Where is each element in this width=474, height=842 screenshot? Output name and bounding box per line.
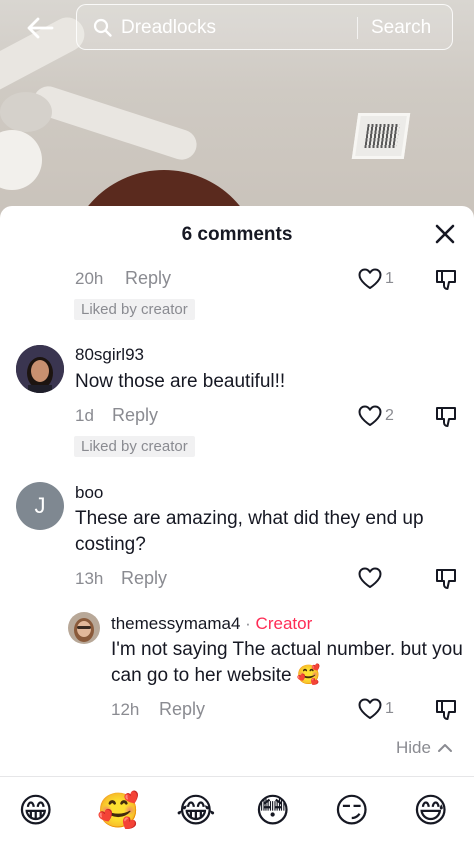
- reply-button[interactable]: Reply: [121, 568, 167, 589]
- search-bar[interactable]: Dreadlocks Search: [76, 4, 453, 50]
- avatar[interactable]: [16, 345, 64, 393]
- ceiling-fan-hub: [0, 92, 52, 132]
- comments-sheet: 6 comments 20h Reply 1 Liked by creator …: [0, 206, 474, 842]
- liked-by-creator-badge: Liked by creator: [74, 299, 195, 320]
- like-count: 1: [385, 700, 394, 717]
- reply-button[interactable]: Reply: [159, 699, 205, 720]
- search-icon: [93, 18, 112, 37]
- heart-icon[interactable]: [357, 697, 383, 721]
- reply-timestamp: 12h: [111, 700, 140, 719]
- comment-text: Now those are beautiful!!: [75, 371, 286, 392]
- reply-button[interactable]: Reply: [125, 268, 171, 289]
- liked-by-creator-badge: Liked by creator: [74, 436, 195, 457]
- avatar[interactable]: J: [16, 482, 64, 530]
- emoji-smirk-button[interactable]: 😏: [334, 791, 369, 831]
- hide-replies-button[interactable]: Hide: [396, 738, 453, 758]
- back-button[interactable]: [22, 10, 58, 46]
- comments-count-title: 6 comments: [181, 224, 293, 245]
- comment-username[interactable]: boo: [75, 483, 103, 503]
- heart-icon[interactable]: [357, 566, 383, 590]
- comment-text: These are amazing, what did they end up …: [75, 508, 424, 555]
- emoji-bar: 😁 🥰 😂 😳 😏 😅: [0, 776, 474, 842]
- user-photo-icon: [68, 612, 100, 644]
- heart-icon[interactable]: [357, 404, 383, 428]
- comment-timestamp: 20h: [75, 269, 104, 288]
- dislike-icon[interactable]: [434, 268, 458, 292]
- search-input[interactable]: Dreadlocks: [121, 17, 216, 39]
- like-count: 2: [385, 407, 394, 424]
- chevron-up-icon: [437, 744, 452, 752]
- ceiling-fan-light: [0, 130, 42, 190]
- separator: ·: [240, 614, 256, 633]
- air-vent: [351, 113, 411, 159]
- avatar[interactable]: [68, 612, 100, 644]
- emoji-flushed-button[interactable]: 😳: [255, 791, 290, 831]
- heart-icon[interactable]: [357, 267, 383, 291]
- emoji-tears-of-joy-button[interactable]: 😂: [176, 791, 216, 831]
- comment-timestamp: 1d: [75, 406, 94, 425]
- emoji-sweat-smile-button[interactable]: 😅: [413, 791, 448, 831]
- reply-button[interactable]: Reply: [112, 405, 158, 426]
- close-icon[interactable]: [432, 221, 458, 247]
- dislike-icon[interactable]: [434, 698, 458, 722]
- search-divider: [357, 17, 358, 39]
- back-arrow-icon: [27, 17, 54, 39]
- avatar-letter: J: [34, 493, 46, 518]
- comment-username[interactable]: 80sgirl93: [75, 345, 144, 365]
- dislike-icon[interactable]: [434, 567, 458, 591]
- hide-label: Hide: [396, 738, 431, 757]
- emoji-smiling-hearts-button[interactable]: 🥰: [97, 791, 139, 831]
- reply-username[interactable]: themessymama4: [111, 614, 240, 633]
- comment-timestamp: 13h: [75, 569, 104, 588]
- like-count: 1: [385, 270, 394, 287]
- user-photo-icon: [16, 345, 64, 393]
- reply-text: I'm not saying The actual number. but yo…: [111, 639, 463, 686]
- creator-tag: Creator: [255, 614, 313, 633]
- search-button[interactable]: Search: [371, 17, 431, 39]
- emoji-grinning-button[interactable]: 😁: [18, 791, 53, 831]
- top-bar: Dreadlocks Search: [0, 0, 474, 56]
- dislike-icon[interactable]: [434, 405, 458, 429]
- reply-header: themessymama4 · Creator: [111, 614, 312, 634]
- ceiling-fan-blade: [29, 82, 201, 164]
